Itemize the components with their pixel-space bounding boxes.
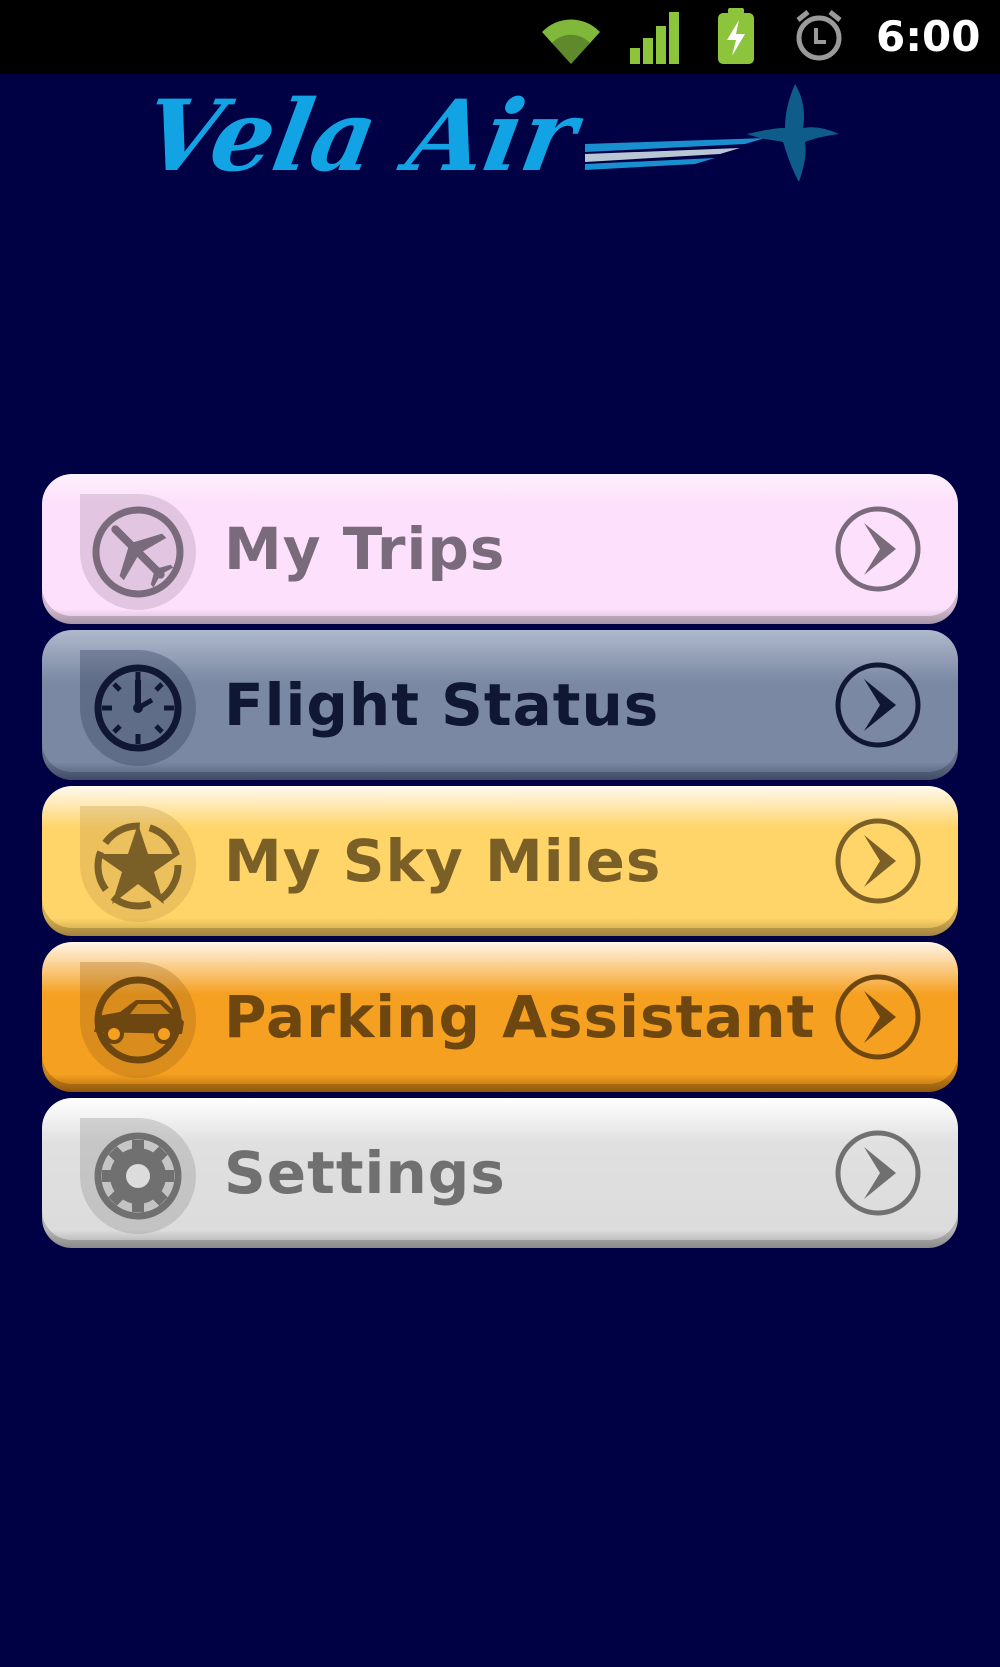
menu-item-label: Parking Assistant bbox=[224, 983, 816, 1051]
chevron-right-icon bbox=[835, 662, 921, 748]
menu-item-label: My Trips bbox=[224, 515, 506, 583]
menu-item-label: Settings bbox=[224, 1139, 506, 1207]
chevron-right-icon bbox=[835, 818, 921, 904]
status-bar: 6:00 bbox=[0, 0, 1000, 74]
menu-item-parking-assistant[interactable]: Parking Assistant bbox=[42, 942, 958, 1092]
airplane-icon bbox=[92, 506, 184, 598]
menu-item-settings[interactable]: Settings bbox=[42, 1098, 958, 1248]
menu-item-label: My Sky Miles bbox=[224, 827, 662, 895]
chevron-right-icon bbox=[835, 974, 921, 1060]
car-icon bbox=[94, 976, 184, 1064]
chevron-right-icon bbox=[835, 506, 921, 592]
logo-graphic: Vela Air bbox=[155, 82, 839, 192]
star-icon bbox=[94, 822, 182, 910]
wifi-icon bbox=[542, 19, 600, 64]
status-time: 6:00 bbox=[876, 12, 981, 61]
bird-icon bbox=[747, 84, 839, 182]
svg-text:Vela Air: Vela Air bbox=[155, 82, 591, 192]
battery-charging-icon bbox=[718, 8, 754, 64]
menu-item-flight-status[interactable]: Flight Status bbox=[42, 630, 958, 780]
clock-icon bbox=[94, 664, 182, 752]
vela-air-logo: Vela Air bbox=[155, 82, 855, 192]
menu-item-label: Flight Status bbox=[224, 671, 660, 739]
cell-signal-icon bbox=[630, 12, 679, 64]
gear-icon bbox=[94, 1132, 182, 1220]
main-menu: My Trips Flight Status My Sky Miles Park… bbox=[42, 474, 958, 1254]
alarm-icon bbox=[796, 10, 842, 61]
menu-item-my-sky-miles[interactable]: My Sky Miles bbox=[42, 786, 958, 936]
chevron-right-icon bbox=[835, 1130, 921, 1216]
menu-item-my-trips[interactable]: My Trips bbox=[42, 474, 958, 624]
